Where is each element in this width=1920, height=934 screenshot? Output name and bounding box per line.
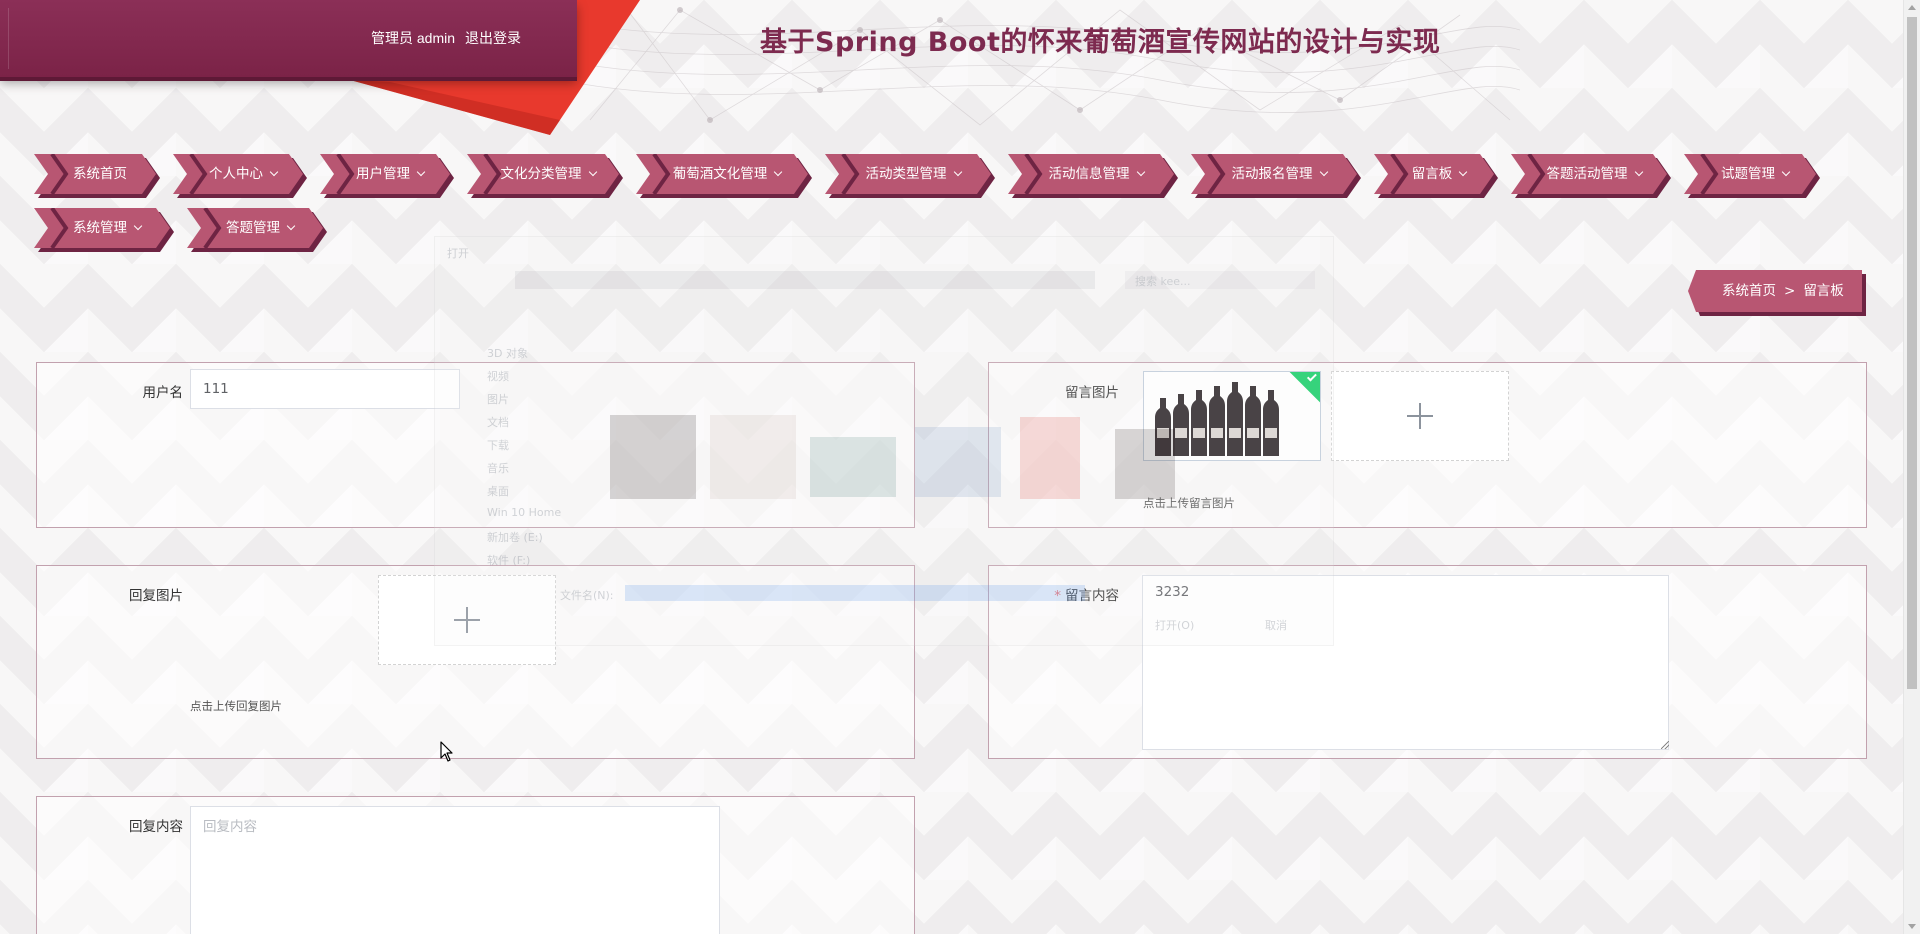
chevron-down-icon [1319, 167, 1328, 177]
reply-content-card: 回复内容 回复内容 [36, 796, 915, 934]
plus-icon [1407, 403, 1433, 429]
dialog-search-placeholder: 搜索 kee... [1135, 275, 1191, 288]
logout-link[interactable]: 退出登录 [465, 30, 521, 46]
nav-item-text: 活动报名管理 [1231, 166, 1313, 182]
wine-bottles-image [1144, 372, 1320, 460]
breadcrumb-home[interactable]: 系统首页 [1722, 283, 1776, 299]
chevron-down-icon [133, 221, 143, 231]
reply-content-label: 回复内容 [129, 819, 183, 835]
user-label: 管理员 admin [371, 30, 456, 46]
chevron-down-icon [1136, 167, 1145, 177]
nav-item-text: 系统首页 [73, 166, 127, 182]
message-content-label-text: 留言内容 [1065, 588, 1119, 604]
nav-item[interactable]: 文化分类管理 [467, 154, 625, 198]
username-input[interactable]: 111 [190, 369, 460, 409]
message-image-thumbnail[interactable] [1143, 371, 1321, 461]
nav-item-text: 活动类型管理 [865, 166, 947, 182]
chevron-down-icon [1634, 167, 1643, 177]
resize-handle[interactable] [1661, 741, 1669, 749]
chevron-down-icon [588, 167, 597, 177]
message-image-card: 留言图片 点击上传留言图片 [988, 362, 1867, 528]
nav-item-text: 试题管理 [1721, 166, 1775, 182]
scroll-down-icon[interactable] [1908, 924, 1916, 929]
nav-item-text: 答题管理 [226, 220, 280, 236]
nav-item-label: 文化分类管理 [491, 154, 605, 194]
nav-item[interactable]: 个人中心 [173, 154, 309, 198]
nav-row: 系统首页 个人中心 用户管理 文化分类管理 葡萄酒文化管理 活动类型管理 活动信息管理 活动报… [34, 154, 1894, 198]
message-content-card: * 留言内容 3232 [988, 565, 1867, 759]
nav-item[interactable]: 试题管理 [1684, 154, 1822, 198]
check-icon [1306, 372, 1317, 382]
reply-image-label: 回复图片 [129, 588, 183, 604]
nav-item[interactable]: 留言板 [1374, 154, 1500, 198]
chevron-down-icon [1459, 167, 1468, 177]
header: 管理员 admin 退出登录 基于Spring Boot的怀来葡萄酒宣传网站的设计… [0, 0, 1920, 150]
user-bar: 管理员 admin 退出登录 [0, 0, 577, 77]
nav-item[interactable]: 葡萄酒文化管理 [636, 154, 814, 198]
nav-item-label: 留言板 [1398, 154, 1480, 194]
chevron-down-icon [774, 167, 783, 177]
nav-item-text: 活动信息管理 [1048, 166, 1130, 182]
scrollbar-thumb[interactable] [1907, 17, 1917, 689]
nav-item-label: 活动类型管理 [849, 154, 977, 194]
nav-item-label: 系统管理 [58, 208, 156, 248]
username-label: 用户名 [142, 385, 184, 401]
reply-image-hint: 点击上传回复图片 [190, 699, 282, 713]
nav-item-text: 留言板 [1411, 166, 1453, 182]
nav-item[interactable]: 系统管理 [34, 208, 176, 252]
nav-row: 系统管理 答题管理 [34, 208, 1894, 252]
dialog-address-bar [515, 271, 1095, 289]
nav-item[interactable]: 活动报名管理 [1191, 154, 1363, 198]
message-content-label: * 留言内容 [1009, 584, 1119, 604]
message-image-hint: 点击上传留言图片 [1143, 496, 1235, 510]
dialog-sidebar-item: 3D 对象 [487, 347, 528, 360]
nav-item-text: 葡萄酒文化管理 [672, 166, 768, 182]
required-mark: * [1054, 588, 1061, 604]
username-card: 用户名 111 [36, 362, 915, 528]
message-image-upload-button[interactable] [1331, 371, 1509, 461]
reply-image-card: 回复图片 点击上传回复图片 [36, 565, 915, 759]
chevron-down-icon [269, 167, 279, 177]
reply-content-textarea[interactable]: 回复内容 [190, 806, 720, 934]
breadcrumb-separator: > [1784, 283, 1796, 299]
user-info: 管理员 admin 退出登录 [371, 28, 531, 48]
nav-item-label: 葡萄酒文化管理 [660, 154, 794, 194]
plus-icon [454, 607, 480, 633]
dialog-search-box [1125, 271, 1315, 289]
nav-item-label: 个人中心 [197, 154, 289, 194]
dialog-sidebar-item: 新加卷 (E:) [487, 531, 543, 544]
nav-item-text: 答题活动管理 [1546, 166, 1628, 182]
chevron-down-icon [953, 167, 962, 177]
nav-item-label: 答题活动管理 [1535, 154, 1653, 194]
breadcrumb-current: 留言板 [1803, 283, 1844, 299]
page-scrollbar[interactable] [1903, 0, 1920, 934]
nav-item[interactable]: 答题管理 [187, 208, 329, 252]
chevron-down-icon [286, 221, 296, 231]
nav-item[interactable]: 系统首页 [34, 154, 162, 198]
nav-item-label: 用户管理 [344, 154, 436, 194]
scroll-up-icon[interactable] [1908, 5, 1916, 10]
breadcrumb: 系统首页 > 留言板 [1688, 270, 1866, 316]
nav-item-label: 系统首页 [58, 154, 142, 194]
site-title: 基于Spring Boot的怀来葡萄酒宣传网站的设计与实现 [760, 27, 1441, 58]
nav-item[interactable]: 活动类型管理 [825, 154, 997, 198]
nav-item[interactable]: 用户管理 [320, 154, 456, 198]
nav-item[interactable]: 答题活动管理 [1511, 154, 1673, 198]
nav-item-text: 用户管理 [356, 166, 410, 182]
reply-image-upload-button[interactable] [378, 575, 556, 665]
nav-item-text: 文化分类管理 [500, 166, 582, 182]
nav-item-label: 活动报名管理 [1215, 154, 1343, 194]
message-image-label: 留言图片 [1065, 385, 1119, 401]
nav-item[interactable]: 活动信息管理 [1008, 154, 1180, 198]
nav-item-label: 试题管理 [1708, 154, 1802, 194]
nav-item-text: 系统管理 [73, 220, 127, 236]
nav-item-text: 个人中心 [209, 166, 263, 182]
nav-item-label: 活动信息管理 [1032, 154, 1160, 194]
chevron-down-icon [1781, 167, 1791, 177]
chevron-down-icon [416, 167, 426, 177]
message-content-textarea[interactable]: 3232 [1142, 575, 1669, 750]
nav-item-label: 答题管理 [211, 208, 309, 248]
mouse-cursor-icon [440, 741, 453, 762]
